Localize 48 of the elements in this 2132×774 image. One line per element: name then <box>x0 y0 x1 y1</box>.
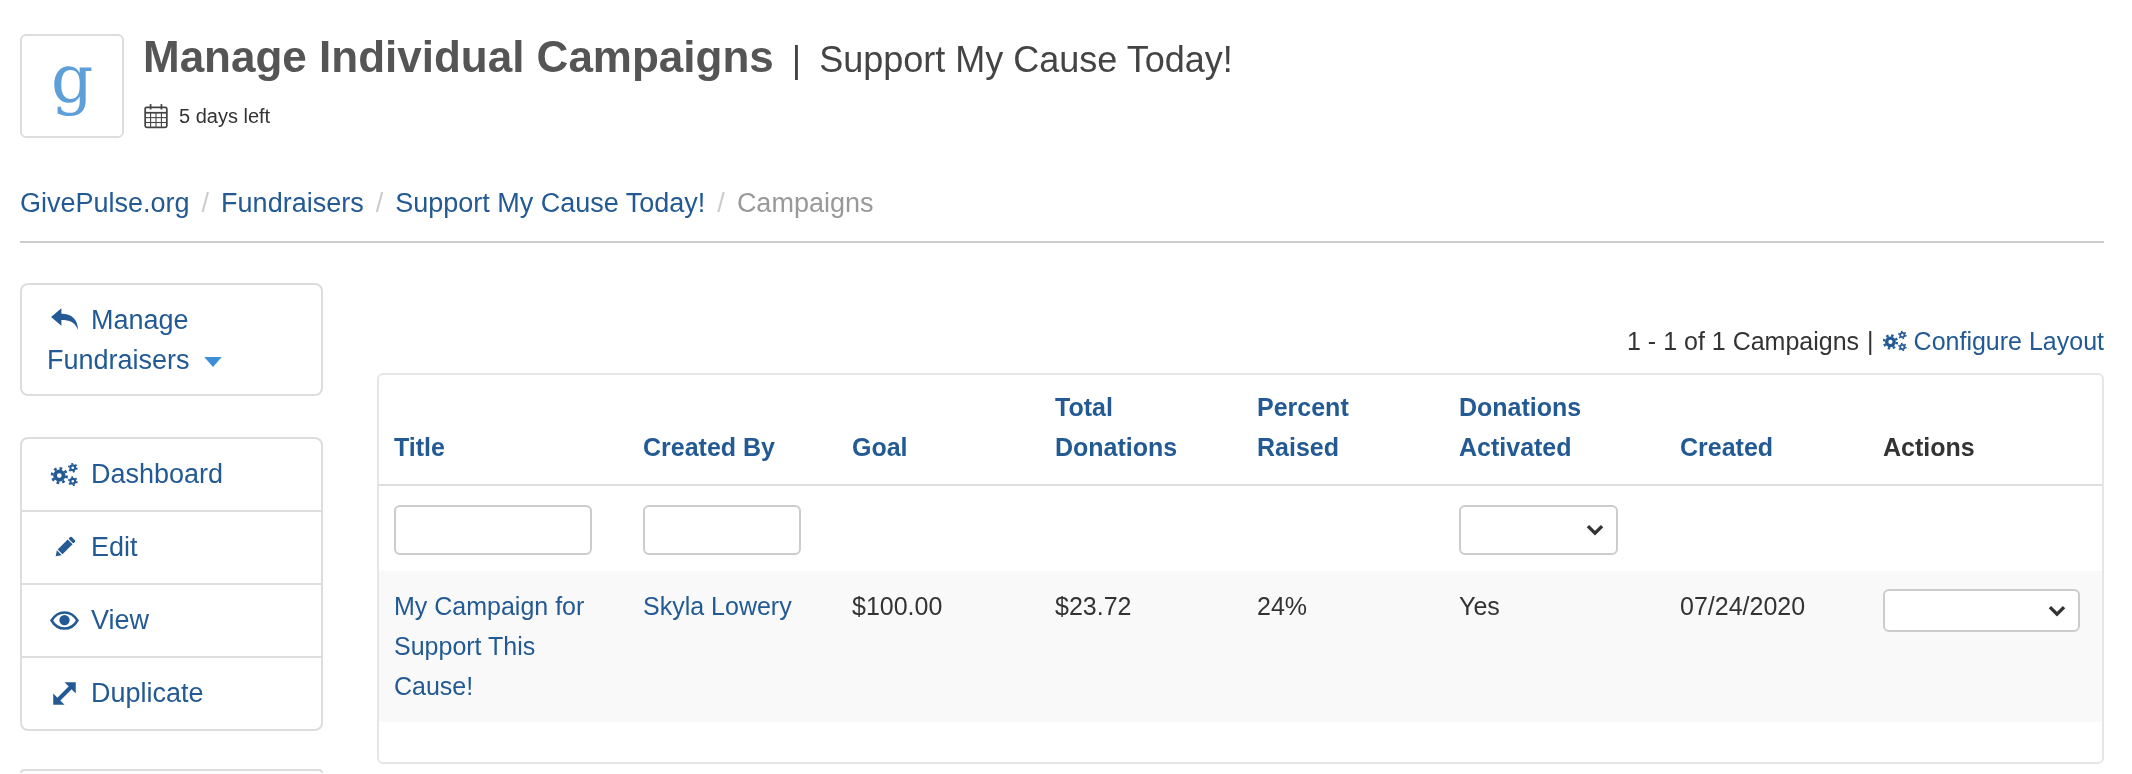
column-header-link[interactable]: Donations Activated <box>1459 387 1635 467</box>
reply-arrow-icon <box>50 307 79 331</box>
table-cell: Yes <box>1459 592 1500 620</box>
column-header-link[interactable]: Title <box>394 427 445 467</box>
results-count: 1 - 1 of 1 Campaigns <box>1627 326 1860 357</box>
column-header-link[interactable]: Goal <box>852 427 908 467</box>
breadcrumb-current: Campaigns <box>736 187 874 220</box>
actions-select[interactable] <box>1883 589 2080 632</box>
filter-input[interactable] <box>643 505 801 555</box>
table-cell: $23.72 <box>1055 592 1132 620</box>
sidebar-menu-item[interactable]: Edit <box>22 510 321 583</box>
column-header: Actions <box>1883 432 1975 463</box>
table-cell: 24% <box>1257 592 1308 620</box>
breadcrumb-link[interactable]: Support My Cause Today! <box>395 185 706 221</box>
page-title: Manage Individual Campaigns <box>143 31 774 83</box>
sidebar-menu-item[interactable]: View <box>22 583 321 656</box>
title-separator: | <box>791 39 802 81</box>
chevron-icon <box>2048 604 2066 617</box>
column-header-link[interactable]: Created By <box>643 427 775 467</box>
breadcrumb-separator: / <box>375 187 384 220</box>
table-link[interactable]: Skyla Lowery <box>643 586 807 626</box>
eye-icon <box>50 610 79 630</box>
table-link[interactable]: My Campaign for Support This Cause! <box>394 586 598 706</box>
gears-icon <box>50 461 79 487</box>
calendar-icon <box>143 103 169 129</box>
table-cell: $100.00 <box>852 592 943 620</box>
sidebar-menu-item[interactable]: Duplicate <box>22 656 321 729</box>
column-header-link[interactable]: Percent Raised <box>1257 387 1414 467</box>
column-header-link[interactable]: Total Donations <box>1055 387 1212 467</box>
breadcrumb-link[interactable]: GivePulse.org <box>20 185 190 221</box>
table-cell: 07/24/2020 <box>1680 592 1806 620</box>
logo: g <box>20 34 124 138</box>
sidebar-menu-item[interactable]: Dashboard <box>22 439 321 510</box>
summary-separator: | <box>1867 326 1874 357</box>
filter-select[interactable] <box>1459 505 1618 555</box>
page-subtitle: Support My Cause Today! <box>819 39 1233 81</box>
fundraisers-dropdown-button[interactable]: Manage Fundraisers <box>20 283 323 396</box>
column-header-link[interactable]: Created <box>1680 427 1774 467</box>
gears-icon <box>1881 330 1908 352</box>
days-left-text: 5 days left <box>179 104 271 128</box>
breadcrumb-separator: / <box>201 187 210 220</box>
caret-icon <box>203 356 222 367</box>
expand-arrows-icon <box>52 680 77 706</box>
chevron-icon <box>1586 524 1604 536</box>
breadcrumb-link[interactable]: Fundraisers <box>221 185 364 221</box>
filter-input[interactable] <box>394 505 592 555</box>
configure-layout-link[interactable]: Configure Layout <box>1881 323 2104 359</box>
breadcrumb-separator: / <box>717 187 725 220</box>
